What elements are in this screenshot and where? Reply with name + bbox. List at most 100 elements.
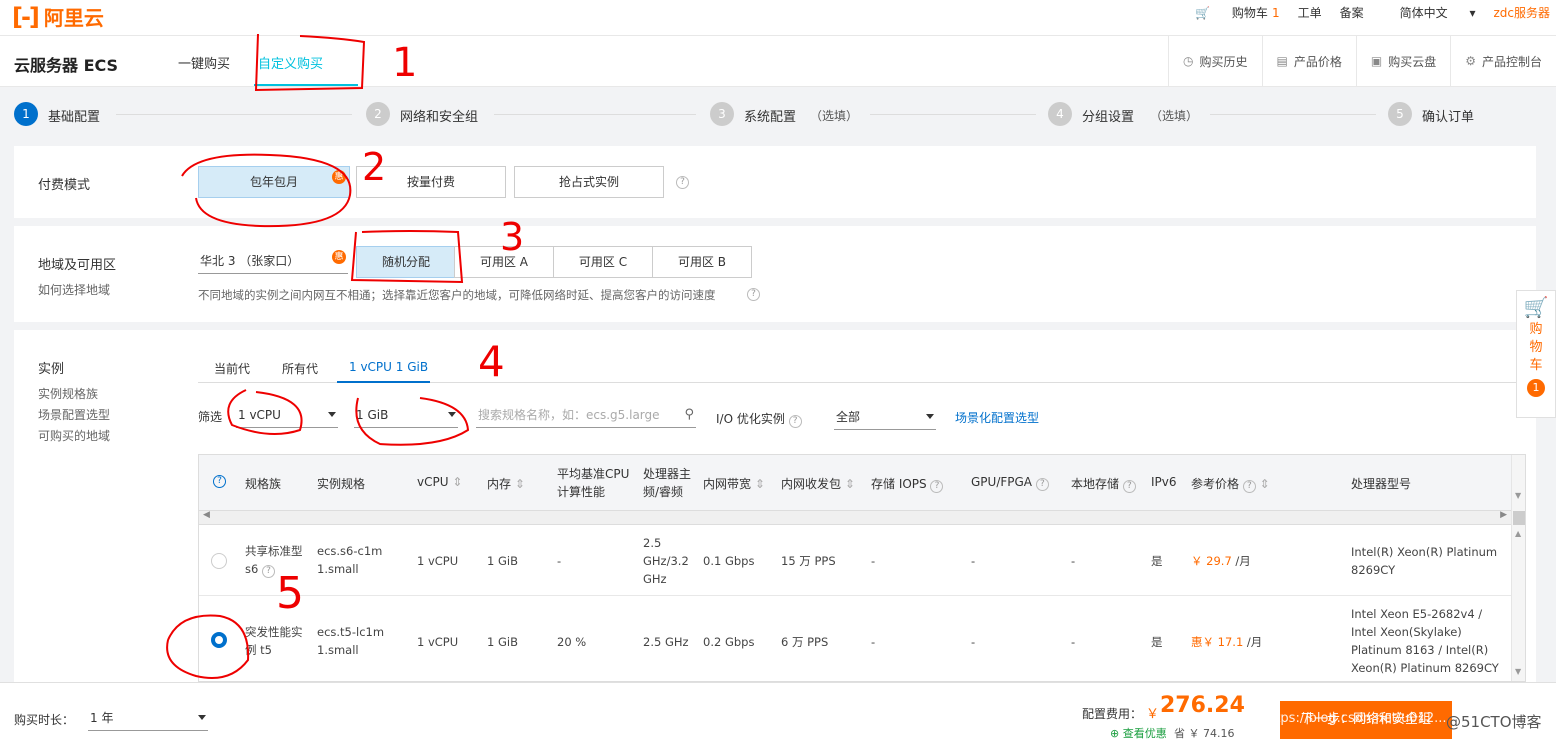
billing-spot-button[interactable]: 抢占式实例 [514,166,664,198]
cell-cpu-model: Intel Xeon E5-2682v4 / Intel Xeon(Skylak… [1351,607,1499,675]
help-icon[interactable]: ? [676,176,689,189]
billing-payg-button[interactable]: 按量付费 [356,166,506,198]
help-icon[interactable]: ? [261,565,275,578]
scroll-down-icon[interactable]: ▼ [1515,667,1521,676]
scene-selection-link[interactable]: 场景配置选型 [38,406,110,423]
sort-icon[interactable]: ⇕ [845,477,855,491]
region-help-link[interactable]: 如何选择地域 [38,281,110,298]
table-row[interactable]: 共享标准型 s6 ? ecs.s6-c1m1.small 1 vCPU 1 Gi… [199,526,1511,596]
tab-1vcpu-1gib[interactable]: 1 vCPU 1 GiB [349,360,428,374]
col-price[interactable]: 参考价格 ? ⇕ [1191,475,1270,493]
chevron-down-icon [328,412,336,417]
sort-icon[interactable]: ⇕ [1260,477,1270,491]
io-select[interactable]: 全部 [834,404,936,430]
floating-cart[interactable]: 🛒 购物车 1 [1516,290,1556,418]
cell-family: 共享标准型 s6 ? [245,542,311,578]
step-5-label: 确认订单 [1422,110,1475,125]
language-select[interactable]: 简体中文 ▾ [1382,4,1476,21]
sort-icon[interactable]: ⇕ [515,477,525,491]
chevron-down-icon [926,414,934,419]
col-spec: 实例规格 [317,477,366,491]
io-optimized-label: I/O 优化实例 ? [716,410,802,428]
beian-link[interactable]: 备案 [1340,4,1364,21]
help-icon[interactable]: ? [930,480,944,493]
memory-select[interactable]: 1 GiB [354,402,458,428]
table-row[interactable]: 突发性能实例 t5 ecs.t5-lc1m1.small 1 vCPU 1 Gi… [199,597,1511,681]
help-icon[interactable]: ? [1122,480,1136,493]
region-select[interactable]: 华北 3 （张家口） [198,248,348,274]
col-iops: 存储 IOPS ? [871,475,944,493]
zone-c-button[interactable]: 可用区 C [553,246,653,278]
instance-label: 实例 [38,362,65,377]
available-region-link[interactable]: 可购买的地域 [38,427,110,444]
cell-iops: - [871,554,876,568]
logo-mark: [-] [12,2,40,31]
user-link[interactable]: zdc服务器 [1493,4,1550,21]
scene-config-link[interactable]: 场景化配置选型 [955,409,1039,426]
cpu-select[interactable]: 1 vCPU [236,402,338,428]
product-price-button[interactable]: ▤ 产品价格 [1261,36,1356,86]
scroll-right-icon[interactable]: ▶ [1500,510,1507,520]
aliyun-logo[interactable]: [-] 阿里云 [12,2,104,31]
cart-count: 1 [1271,5,1280,20]
cell-bandwidth: 0.1 Gbps [703,554,755,568]
discount-text: 查看优惠 [1122,727,1167,740]
horizontal-scrollbar[interactable]: ◀ ▶ [199,510,1511,525]
tab-custom-buy[interactable]: 自定义购买 [258,53,323,72]
col-gpu-label: GPU/FPGA [971,475,1033,489]
view-discount-link[interactable]: ⊕ 查看优惠 [1110,725,1167,740]
buy-disk-button[interactable]: ▣ 购买云盘 [1355,36,1450,86]
instance-family-link[interactable]: 实例规格族 [38,385,98,402]
scroll-left-icon[interactable]: ◀ [203,510,210,520]
tab-current-gen[interactable]: 当前代 [214,360,250,377]
help-icon[interactable]: ? [213,475,226,488]
zone-random-button[interactable]: 随机分配 [356,246,456,278]
table-header: ? 规格族 实例规格 vCPU ⇕ 内存 ⇕ 平均基准CPU计算性能 处理器主频… [199,455,1525,511]
col-pps[interactable]: 内网收发包 ⇕ [781,475,855,492]
help-icon[interactable]: ? [1035,478,1049,491]
header-tools: ◷ 购买历史 ▤ 产品价格 ▣ 购买云盘 ⚙ 产品控制台 [1168,36,1556,86]
row-radio[interactable] [211,553,227,569]
help-icon[interactable]: ? [747,288,760,301]
billing-section: 付费模式 包年包月 惠 按量付费 抢占式实例 ? [14,146,1536,218]
cart-link[interactable]: 🛒 购物车 1 [1177,4,1279,21]
cell-mem: 1 GiB [487,635,518,649]
price-value: ￥ 29.7 [1191,554,1232,568]
row-radio-selected[interactable] [211,632,227,648]
search-icon[interactable]: ⚲ [684,402,694,428]
region-section: 地域及可用区 如何选择地域 华北 3 （张家口） 惠 随机分配 可用区 A 可用… [14,226,1536,322]
console-button[interactable]: ⚙ 产品控制台 [1450,36,1556,86]
step-1-label: 基础配置 [48,110,101,125]
billing-label: 付费模式 [38,178,91,193]
cpu-value: 1 vCPU [238,408,281,422]
duration-select[interactable]: 1 年 [88,705,208,731]
sort-icon[interactable]: ⇕ [452,475,462,489]
duration-label: 购买时长： [14,713,75,727]
history-label: 购买历史 [1199,54,1248,69]
tab-all-gen[interactable]: 所有代 [282,360,318,377]
col-bandwidth-label: 内网带宽 [703,477,752,491]
cell-ipv6: 是 [1151,635,1163,649]
help-icon[interactable]: ? [788,415,802,428]
billing-subscription-button[interactable]: 包年包月 [198,166,350,198]
ticket-link[interactable]: 工单 [1298,4,1322,21]
spec-search-input[interactable]: 搜索规格名称，如：ecs.g5.large ⚲ [476,402,696,428]
tab-quick-buy[interactable]: 一键购买 [178,53,230,72]
purchase-history-button[interactable]: ◷ 购买历史 [1168,36,1262,86]
col-local-label: 本地存储 [1071,477,1120,491]
zone-a-button[interactable]: 可用区 A [454,246,554,278]
scroll-thumb[interactable] [1513,511,1525,525]
scroll-down-icon[interactable]: ▼ [1515,491,1521,500]
col-pps-label: 内网收发包 [781,477,842,491]
vertical-scrollbar[interactable]: ▼ ▲ ▼ [1511,455,1525,681]
zone-b-button[interactable]: 可用区 B [652,246,752,278]
language-label: 简体中文 [1399,5,1448,20]
col-mem[interactable]: 内存 ⇕ [487,475,525,492]
col-bandwidth[interactable]: 内网带宽 ⇕ [703,475,765,492]
cart-side-count: 1 [1527,379,1545,397]
sort-icon[interactable]: ⇕ [755,477,765,491]
scroll-up-icon[interactable]: ▲ [1515,529,1521,538]
instance-section: 实例 实例规格族 场景配置选型 可购买的地域 当前代 所有代 1 vCPU 1 … [14,330,1536,682]
col-vcpu[interactable]: vCPU ⇕ [417,475,462,489]
help-icon[interactable]: ? [1242,480,1256,493]
